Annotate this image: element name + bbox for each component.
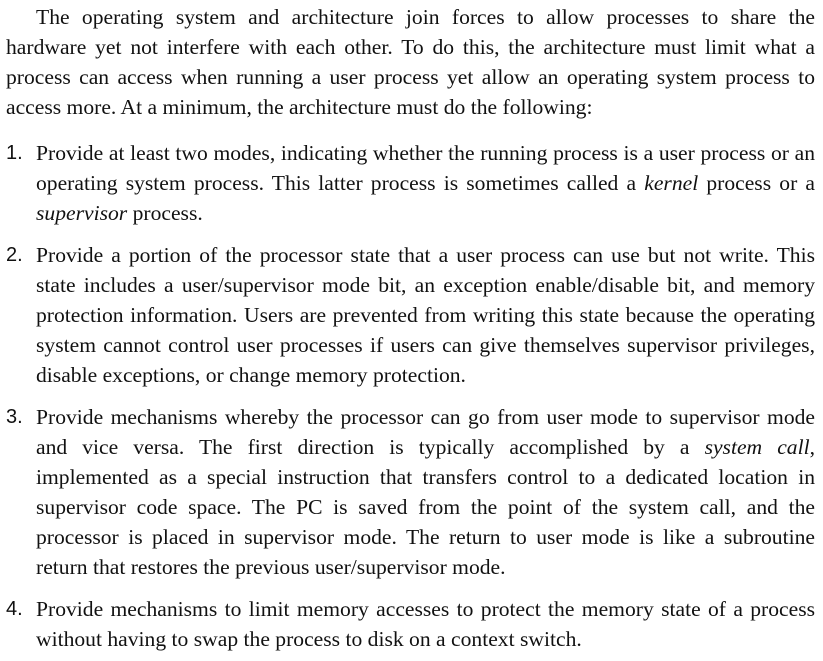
emphasis-system-call: system call — [704, 435, 810, 459]
document-page: The operating system and architecture jo… — [0, 0, 823, 661]
list-number: 1. — [6, 142, 23, 164]
list-item-4: 4. Provide mechanisms to limit memory ac… — [6, 594, 815, 654]
item-text: Provide mechanisms to limit memory acces… — [36, 597, 815, 651]
list-item-1: 1. Provide at least two modes, indicatin… — [6, 138, 815, 228]
item-text: Provide a portion of the processor state… — [36, 243, 815, 387]
emphasis-kernel: kernel — [644, 171, 699, 195]
list-number: 3. — [6, 406, 23, 428]
emphasis-supervisor: supervisor — [36, 201, 128, 225]
item-text: process or a — [698, 171, 815, 195]
intro-paragraph: The operating system and architecture jo… — [6, 5, 815, 119]
item-text: Provide mechanisms whereby the processor… — [36, 405, 815, 459]
list-item-2: 2. Provide a portion of the processor st… — [6, 240, 815, 390]
item-text: process. — [127, 201, 203, 225]
list-item-3: 3. Provide mechanisms whereby the proces… — [6, 402, 815, 582]
list-number: 4. — [6, 598, 23, 620]
requirements-list: 1. Provide at least two modes, indicatin… — [6, 138, 815, 654]
list-number: 2. — [6, 244, 23, 266]
